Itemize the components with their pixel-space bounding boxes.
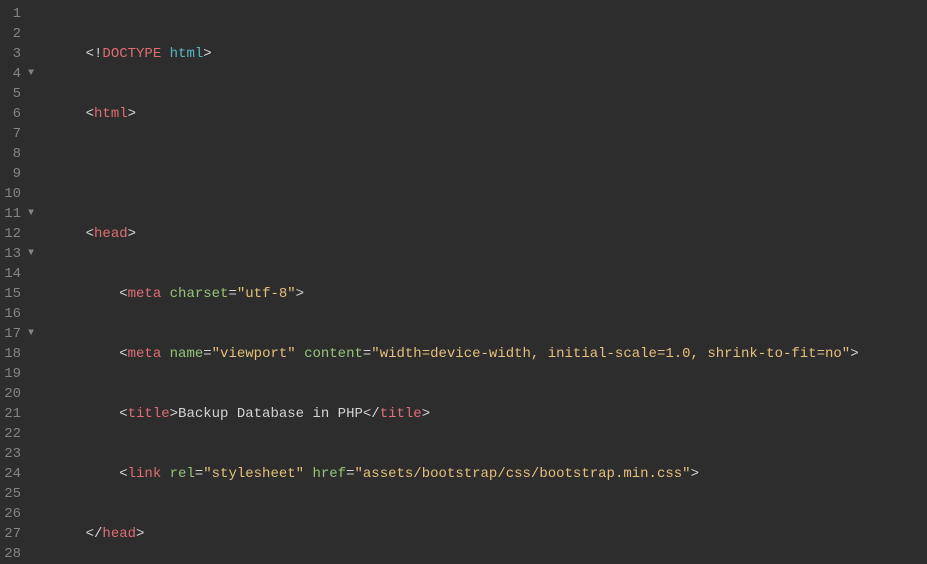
code-line: <html> [52, 104, 927, 124]
code-line: <title>Backup Database in PHP</title> [52, 404, 927, 424]
fold-icon[interactable]: ▼ [24, 204, 34, 224]
fold-icon[interactable]: ▼ [24, 64, 34, 84]
line-number[interactable]: 2 [4, 24, 34, 44]
code-line: <link rel="stylesheet" href="assets/boot… [52, 464, 927, 484]
code-line: <meta charset="utf-8"> [52, 284, 927, 304]
line-number[interactable]: 28 [4, 544, 34, 564]
line-number[interactable]: 17▼ [4, 324, 34, 344]
line-number[interactable]: 20 [4, 384, 34, 404]
line-number[interactable]: 11▼ [4, 204, 34, 224]
line-number[interactable]: 12 [4, 224, 34, 244]
code-line: <meta name="viewport" content="width=dev… [52, 344, 927, 364]
line-number[interactable]: 15 [4, 284, 34, 304]
line-number[interactable]: 9 [4, 164, 34, 184]
line-number[interactable]: 13▼ [4, 244, 34, 264]
line-number[interactable]: 24 [4, 464, 34, 484]
line-number[interactable]: 25 [4, 484, 34, 504]
line-number[interactable]: 21 [4, 404, 34, 424]
code-line: <!DOCTYPE html> [52, 44, 927, 64]
line-number[interactable]: 27 [4, 524, 34, 544]
line-number-gutter[interactable]: 1 2 3 4▼ 5 6 7 8 9 10 11▼ 12 13▼ 14 15 1… [0, 0, 42, 564]
line-number[interactable]: 26 [4, 504, 34, 524]
code-line: <head> [52, 224, 927, 244]
line-number[interactable]: 3 [4, 44, 34, 64]
line-number[interactable]: 14 [4, 264, 34, 284]
line-number[interactable]: 6 [4, 104, 34, 124]
line-number[interactable]: 1 [4, 4, 34, 24]
code-line [52, 164, 927, 184]
line-number[interactable]: 4▼ [4, 64, 34, 84]
line-number[interactable]: 7 [4, 124, 34, 144]
fold-icon[interactable]: ▼ [24, 244, 34, 264]
line-number[interactable]: 18 [4, 344, 34, 364]
code-editor[interactable]: <!DOCTYPE html> <html> <head> <meta char… [42, 0, 927, 564]
line-number[interactable]: 10 [4, 184, 34, 204]
line-number[interactable]: 5 [4, 84, 34, 104]
line-number[interactable]: 16 [4, 304, 34, 324]
line-number[interactable]: 19 [4, 364, 34, 384]
fold-icon[interactable]: ▼ [24, 324, 34, 344]
line-number[interactable]: 23 [4, 444, 34, 464]
line-number[interactable]: 8 [4, 144, 34, 164]
line-number[interactable]: 22 [4, 424, 34, 444]
code-line: </head> [52, 524, 927, 544]
